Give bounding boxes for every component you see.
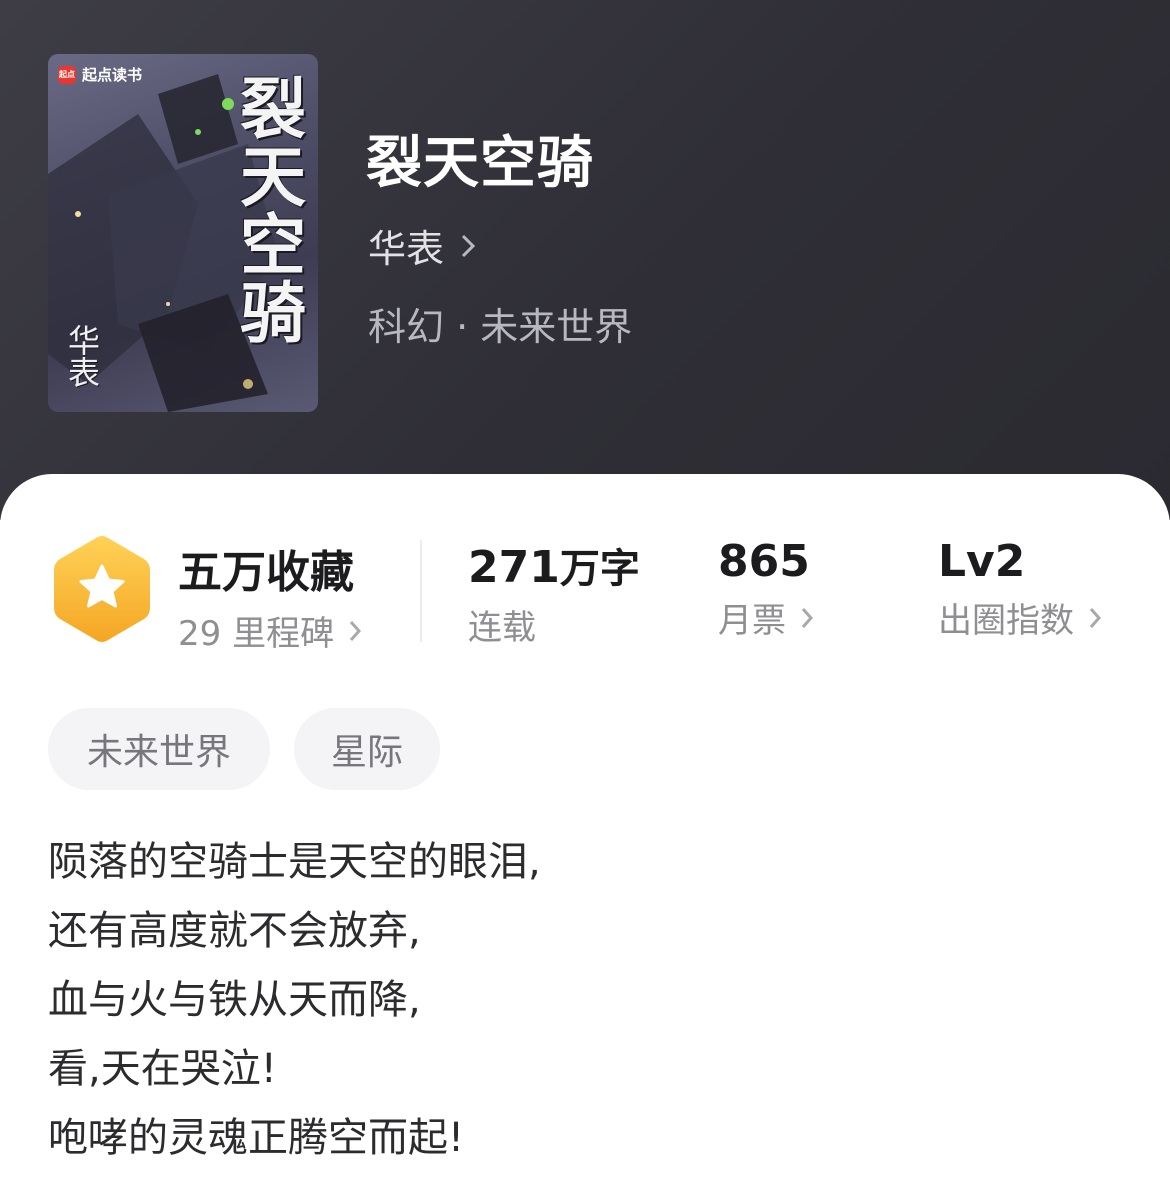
stats-divider xyxy=(420,540,422,642)
description-line: 还有高度就不会放弃, xyxy=(48,908,421,954)
word-count-value: 271 xyxy=(468,542,560,593)
influence-index-stat[interactable]: Lv2 出圈指数 xyxy=(938,536,1102,642)
collection-value: 五万收藏 xyxy=(178,547,354,598)
description-line: 咆哮的灵魂正腾空而起! xyxy=(48,1115,465,1161)
monthly-ticket-label: 月票 xyxy=(718,601,786,641)
book-genre: 科幻 · 未来世界 xyxy=(368,305,633,349)
cover-brand-name: 起点读书 xyxy=(82,66,143,84)
description-line: 看,天在哭泣! xyxy=(48,1046,277,1092)
description-line: 陨落的空骑士是天空的眼泪, xyxy=(48,839,541,885)
collection-stat[interactable]: 五万收藏 29 里程碑 xyxy=(178,536,362,655)
serial-status-label: 连载 xyxy=(468,608,536,648)
chevron-right-icon xyxy=(801,607,814,628)
word-count-stat: 271万字 连载 xyxy=(468,536,640,649)
monthly-ticket-stat[interactable]: 865 月票 xyxy=(718,536,814,642)
tag-future-world[interactable]: 未来世界 xyxy=(48,708,270,790)
tag-interstellar[interactable]: 星际 xyxy=(294,708,440,790)
qidian-logo-icon: 起点 xyxy=(58,65,76,84)
book-description: 陨落的空骑士是天空的眼泪, 还有高度就不会放弃, 血与火与铁从天而降, 看,天在… xyxy=(48,828,1128,1173)
author-link[interactable]: 华表 xyxy=(368,218,476,273)
word-count-unit: 万字 xyxy=(559,546,640,592)
cover-author: 华表 xyxy=(63,324,101,388)
book-title: 裂天空骑 xyxy=(366,131,594,196)
chevron-right-icon xyxy=(349,620,362,641)
cover-brand: 起点 起点读书 xyxy=(58,64,142,85)
chevron-right-icon xyxy=(1089,607,1102,628)
milestone-label: 29 里程碑 xyxy=(178,614,335,654)
star-hexagon-icon xyxy=(54,536,150,642)
influence-level-value: Lv2 xyxy=(938,536,1026,587)
influence-index-label: 出圈指数 xyxy=(938,601,1074,641)
chevron-right-icon xyxy=(461,234,476,257)
cover-title: 裂天空骑 xyxy=(229,74,306,346)
monthly-ticket-value: 865 xyxy=(718,536,810,587)
description-line: 血与火与铁从天而降, xyxy=(48,977,421,1023)
author-name: 华表 xyxy=(368,227,445,271)
book-cover-image[interactable]: 起点 起点读书 裂天空骑 华表 xyxy=(48,54,318,412)
